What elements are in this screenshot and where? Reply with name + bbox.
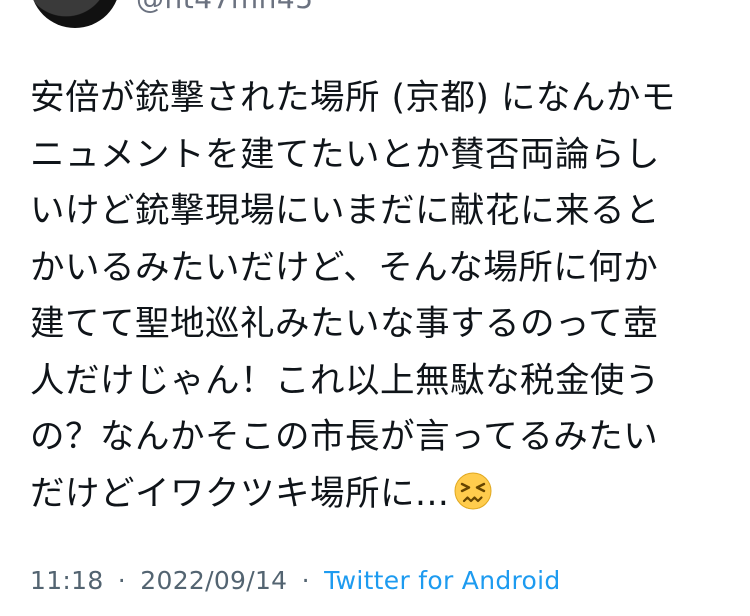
tweet-line: かいるみたいだけど、そんな場所に何か xyxy=(30,247,659,288)
tweet-line: ニュメントを建てたいとか賛否両論らし xyxy=(30,134,660,175)
tweet-line: 建てて聖地巡礼みたいな事するのって壺 xyxy=(30,304,659,344)
tweet-meta: 11:18 · 2022/09/14 · Twitter for Android xyxy=(30,566,561,595)
separator: · xyxy=(117,566,127,595)
tweet-line-last: だけどイワクツキ場所に... xyxy=(30,466,720,523)
confounded-face-icon xyxy=(454,472,492,509)
tweet-line: 人だけじゃん！これ以上無駄な税金使う xyxy=(30,360,660,401)
tweet-line: の？なんかそこの市長が言ってるみたい xyxy=(30,417,659,457)
user-handle[interactable]: @nt47mn45 xyxy=(136,0,314,15)
tweet-line-text: だけどイワクツキ場所に... xyxy=(30,473,450,514)
separator: · xyxy=(301,566,310,595)
tweet-time[interactable]: 11:18 xyxy=(30,566,104,595)
tweet-line: 安倍が銃撃された場所 (京都) になんかモ xyxy=(30,78,676,118)
tweet-date[interactable]: 2022/09/14 xyxy=(140,566,287,595)
tweet-text: 安倍が銃撃された場所 (京都) になんかモ ニュメントを建てたいとか賛否両論らし… xyxy=(30,70,720,522)
avatar[interactable] xyxy=(30,0,120,28)
tweet-source-link[interactable]: Twitter for Android xyxy=(324,566,560,595)
tweet-line: いけど銃撃現場にいまだに献花に来ると xyxy=(30,191,660,231)
